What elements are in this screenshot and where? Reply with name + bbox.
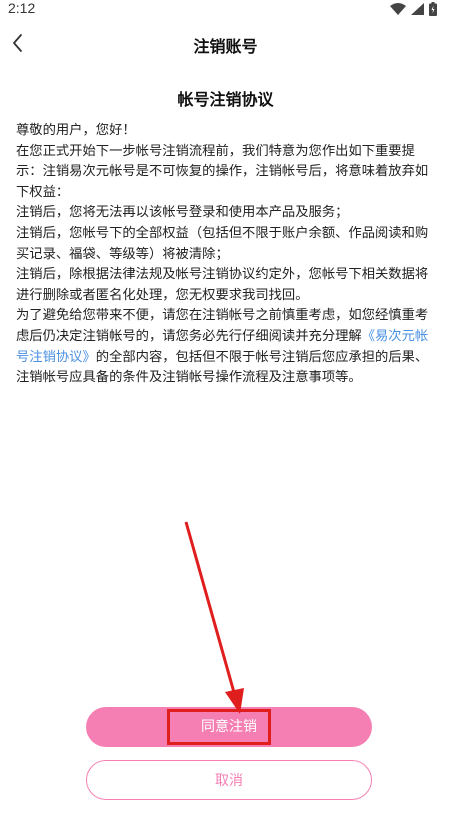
wifi-icon [390,3,406,15]
nav-bar: 注销账号 [0,22,451,66]
cancel-button[interactable]: 取消 [86,760,372,800]
annotation-highlight-box [167,709,271,745]
document-title: 帐号注销协议 [177,90,274,109]
status-time: 2:12 [8,0,36,16]
signal-icon [411,3,424,15]
battery-icon [429,2,437,16]
page-title: 注销账号 [193,37,258,56]
paragraph: 注销后，您帐号下的全部权益（包括但不限于账户余额、作品阅读和购买记录、福袋、等级… [16,225,429,262]
paragraph: 注销后，除根据法律法规及帐号注销协议约定外，您帐号下相关数据将进行删除或者匿名化… [16,267,429,303]
status-icons [390,2,437,16]
paragraph: 尊敬的用户，您好！ [16,123,136,138]
paragraph-final: 为了避免给您带来不便，请您在注销帐号之前慎重考虑，如您经慎重考虑后仍决定注销帐号… [16,306,436,388]
status-bar: 2:12 [0,0,451,20]
paragraph: 注销后，您将无法再以该帐号登录和使用本产品及服务； [16,205,349,221]
paragraph: 在您正式开始下一步帐号注销流程前，我们特意为您作出如下重要提示：注销易次元帐号是… [16,143,429,200]
document-body: 尊敬的用户，您好！ 在您正式开始下一步帐号注销流程前，我们特意为您作出如下重要提… [16,121,436,389]
